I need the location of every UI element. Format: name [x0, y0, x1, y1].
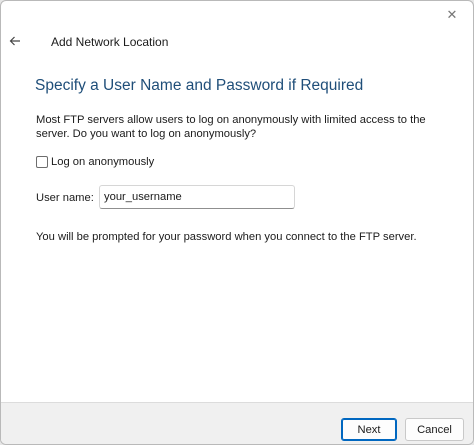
- anonymous-checkbox[interactable]: [36, 156, 48, 168]
- dialog-window: ✕ Add Network Location Specify a User Na…: [0, 0, 474, 445]
- back-arrow-icon: [9, 36, 20, 46]
- close-icon: ✕: [446, 7, 458, 22]
- page-heading: Specify a User Name and Password if Requ…: [35, 77, 364, 94]
- back-button[interactable]: [6, 32, 24, 50]
- password-note: You will be prompted for your password w…: [36, 231, 417, 243]
- dialog-footer: Next Cancel: [1, 402, 473, 444]
- anonymous-checkbox-row[interactable]: Log on anonymously: [36, 156, 154, 168]
- description-text: Most FTP servers allow users to log on a…: [36, 114, 426, 140]
- close-button[interactable]: ✕: [437, 5, 467, 25]
- window-title: Add Network Location: [51, 35, 169, 49]
- username-label: User name:: [36, 192, 94, 204]
- anonymous-checkbox-label: Log on anonymously: [51, 156, 155, 168]
- next-button[interactable]: Next: [341, 418, 397, 441]
- cancel-button[interactable]: Cancel: [405, 418, 464, 441]
- username-input[interactable]: [99, 185, 295, 209]
